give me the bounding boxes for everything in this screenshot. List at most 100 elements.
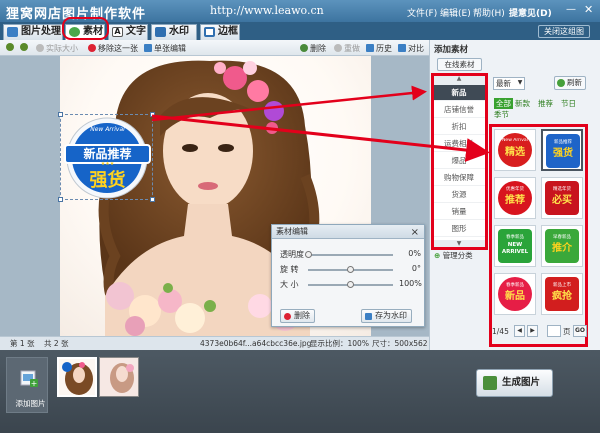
remove-one-label: 移除这一张 [98,44,138,53]
actual-size-label: 实际大小 [46,44,78,53]
rotate-label: 旋 转 [280,265,299,274]
thumbnail-image [100,358,138,396]
svg-text:+: + [31,379,38,388]
single-edit-button[interactable]: 单张编辑 [144,43,186,54]
tab-label: 水印 [169,26,189,37]
delete-material-button[interactable]: 删除 [280,309,315,323]
filter-season[interactable]: 季节 [494,109,509,120]
filter-holiday[interactable]: 节日 [561,98,576,109]
canvas-area[interactable]: New Arrival 新品推荐 ★★★ 强货 素材编辑 × 透明度 0% 旋 … [0,56,429,336]
refresh-label: 刷新 [567,78,582,87]
add-image-label: 添加图片 [15,399,46,408]
page-indicator: 1/45 [492,327,509,336]
actual-size-button[interactable]: 实际大小 [36,43,78,54]
compare-button[interactable]: 对比 [398,43,424,54]
pager: 1/45 ◀ ▶ 页 GO [492,325,592,339]
remove-one-button[interactable]: 移除这一张 [88,43,138,54]
tab-highlight [62,17,109,40]
prev-page-icon[interactable]: ◀ [514,325,525,337]
generate-image-button[interactable]: 生成图片 [476,369,553,397]
zoom-out-icon[interactable] [6,43,16,52]
status-bar: 第 1 张 共 2 张 4373e0b64f...a64cbcc36e.jpg … [0,336,429,350]
toolbar: 实际大小 移除这一张 单张编辑 删除 重做 历史 对比 [0,40,429,56]
filter-new-style[interactable]: 新款 [515,98,530,109]
thumbnail-2[interactable] [99,357,139,397]
generate-label: 生成图片 [502,377,541,388]
redo-label: 重做 [344,44,360,53]
panel-title: 添加素材 [434,45,469,55]
close-icon[interactable]: × [411,226,419,239]
tab-text[interactable]: A 文字 [108,24,148,40]
chevron-down-icon[interactable]: ▼ [515,77,525,90]
save-watermark-button[interactable]: 存为水印 [361,309,412,323]
menu-edit[interactable]: 编辑(E) [440,6,471,19]
material-edit-header: 素材编辑 × [272,225,424,239]
thumbnail-1[interactable] [57,357,97,397]
tab-label: 边框 [218,26,238,37]
status-size: 尺寸：500x562 [372,339,428,348]
refresh-button[interactable]: 刷新 [554,76,586,90]
status-ratio: 显示比例：100% [310,339,369,348]
sticker-line2: 强货 [89,170,126,191]
slider-knob[interactable] [305,251,312,258]
opacity-slider[interactable] [305,251,393,258]
rotate-slider-row: 旋 转 0° [280,264,421,276]
status-filename: 4373e0b64f...a64cbcc36e.jpg [200,339,312,348]
manage-categories-button[interactable]: ⊕ 管理分类 [434,250,473,261]
size-value: 100% [399,279,422,288]
tab-label: 图片处理 [21,26,61,37]
history-button[interactable]: 历史 [366,43,392,54]
delete-icon [284,313,291,320]
slider-knob[interactable] [347,281,354,288]
minimize-icon[interactable]: — [566,4,576,15]
save-icon [365,313,372,320]
plus-icon: ⊕ [434,251,441,260]
zoom-in-icon[interactable] [20,43,30,52]
category-highlight [431,73,488,250]
sticker-line1: 新品推荐 [83,147,132,161]
menu-help[interactable]: 帮助(H) [473,6,505,19]
thumbnail-image [59,359,95,395]
filter-recommend[interactable]: 推荐 [538,98,553,109]
filter-all[interactable]: 全部 [494,98,513,109]
thumbnail-strip: + 添加图片 生成图片 [0,350,600,433]
material-edit-title: 素材编辑 [276,227,308,236]
slider-knob[interactable] [347,266,354,273]
delete-label: 删除 [310,44,326,53]
tab-watermark[interactable]: 水印 [151,24,197,40]
rotate-slider[interactable] [308,266,393,273]
page-input[interactable] [547,325,561,337]
history-label: 历史 [376,44,392,53]
material-panel: 添加素材 在线素材 ▲ 新品 店铺信誉 折扣 运费相关 爆品 购物保障 货源 销… [429,40,600,350]
menu-file[interactable]: 文件(F) [407,6,437,19]
add-image-icon: + [20,370,38,388]
online-material-button[interactable]: 在线素材 [437,58,482,71]
status-total: 共 2 张 [44,339,69,348]
tab-image-process[interactable]: 图片处理 [3,24,63,40]
tab-border[interactable]: 边框 [200,24,240,40]
refresh-icon [557,79,565,87]
generate-icon [483,376,497,390]
size-label: 大 小 [280,280,299,289]
single-edit-label: 单张编辑 [154,44,186,53]
app-url[interactable]: http://www.leawo.cn [210,4,324,17]
add-image-button[interactable]: + 添加图片 [6,357,48,413]
redo-button[interactable]: 重做 [334,43,360,54]
go-button[interactable]: GO [573,325,587,337]
material-edit-panel: 素材编辑 × 透明度 0% 旋 转 0° 大 小 100% 删除 存为水印 [271,224,425,327]
watermark-icon [155,27,166,37]
next-page-icon[interactable]: ▶ [527,325,538,337]
delete-button[interactable]: 删除 [300,43,326,54]
rotate-value: 0° [411,264,421,273]
sticker-selection-box[interactable]: New Arrival 新品推荐 ★★★ 强货 [58,112,155,202]
menu-feedback[interactable]: 提意见(D) [509,6,552,19]
compare-label: 对比 [408,44,424,53]
sticker-new-arrival: New Arrival [90,126,125,133]
status-current: 第 1 张 [10,339,35,348]
border-icon [204,27,215,37]
size-slider[interactable] [308,281,393,288]
page-unit: 页 [563,327,571,336]
opacity-slider-row: 透明度 0% [280,249,421,261]
close-group-button[interactable]: 关闭这组图 [538,25,590,38]
close-icon[interactable]: ✕ [584,3,593,16]
